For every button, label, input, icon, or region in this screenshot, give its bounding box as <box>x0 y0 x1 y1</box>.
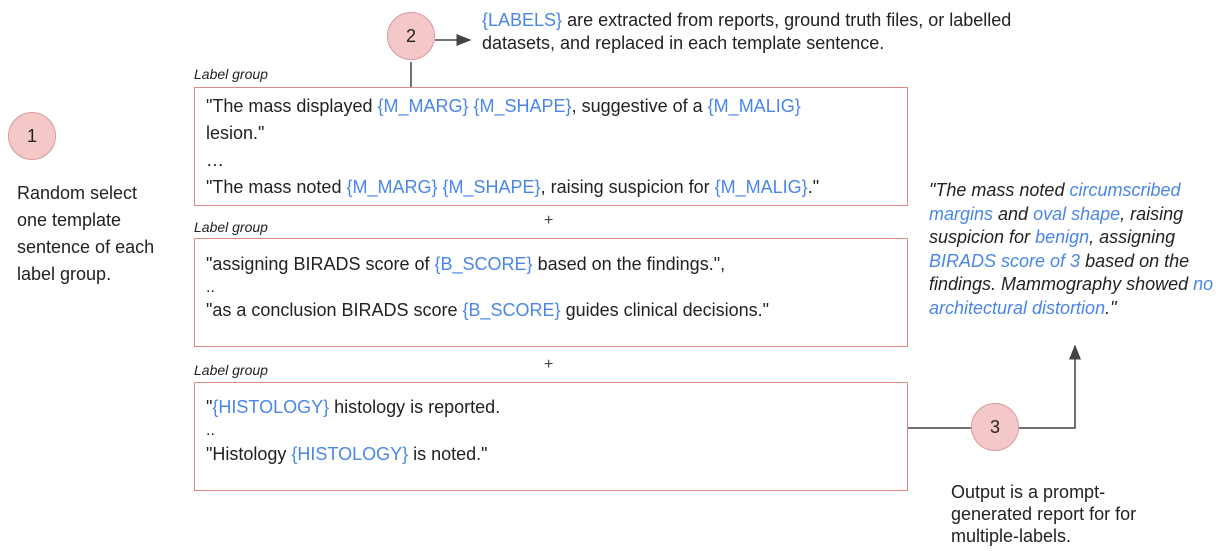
group1-template-1: "The mass displayed {M_MARG} {M_SHAPE}, … <box>206 96 801 116</box>
labels-token: {LABELS} <box>482 10 563 30</box>
group2-ellipsis: .. <box>206 279 215 296</box>
group1-ellipsis: … <box>206 150 224 170</box>
shape-value: oval shape <box>1033 203 1121 224</box>
step-2-description: {LABELS} are extracted from reports, gro… <box>482 9 1011 55</box>
m-malig-token: {M_MALIG} <box>714 177 808 197</box>
plus-sign-1: + <box>544 212 554 229</box>
step-1-number: 1 <box>26 125 37 146</box>
birads-value: BIRADS score of 3 <box>929 250 1081 271</box>
b-score-token: {B_SCORE} <box>434 254 533 274</box>
output-arrow <box>1019 344 1081 429</box>
histology-token: {HISTOLOGY} <box>291 444 409 464</box>
step-3-description: Output is a prompt-generated report for … <box>951 482 1137 546</box>
step-3-number: 3 <box>989 416 1000 437</box>
b-score-token: {B_SCORE} <box>462 300 561 320</box>
m-marg-token: {M_MARG} <box>346 177 438 197</box>
m-malig-token: {M_MALIG} <box>707 96 801 116</box>
group2-template-1: "assigning BIRADS score of {B_SCORE} bas… <box>206 254 726 274</box>
m-marg-token: {M_MARG} <box>377 96 469 116</box>
group3-template-1: "{HISTOLOGY} histology is reported. <box>206 397 501 417</box>
m-shape-token: {M_SHAPE} <box>442 177 541 197</box>
step-2-circle: 2 <box>387 12 435 60</box>
output-report: "The mass noted circumscribed margins an… <box>929 180 1214 318</box>
group2-template-2: "as a conclusion BIRADS score {B_SCORE} … <box>206 300 770 320</box>
step-2-line1: are extracted from reports, ground truth… <box>562 10 1012 30</box>
group1-template-1-cont: lesion." <box>206 123 265 143</box>
histology-token: {HISTOLOGY} <box>212 397 330 417</box>
label-group-title-2: Label group <box>194 219 268 235</box>
step-1-circle: 1 <box>8 112 56 160</box>
group3-template-2: "Histology {HISTOLOGY} is noted." <box>206 444 488 464</box>
m-shape-token: {M_SHAPE} <box>473 96 572 116</box>
step-1-description: Random select one template sentence of e… <box>17 183 155 284</box>
plus-sign-2: + <box>544 356 554 373</box>
step-2-number: 2 <box>405 25 416 46</box>
label-group-title-1: Label group <box>194 66 268 82</box>
step-3-circle: 3 <box>971 403 1019 451</box>
group1-template-2: "The mass noted {M_MARG} {M_SHAPE}, rais… <box>206 177 820 197</box>
group3-ellipsis: .. <box>206 422 215 439</box>
malignancy-value: benign <box>1035 227 1090 247</box>
step-2-line2: datasets, and replaced in each template … <box>482 33 885 53</box>
label-group-title-3: Label group <box>194 362 268 378</box>
